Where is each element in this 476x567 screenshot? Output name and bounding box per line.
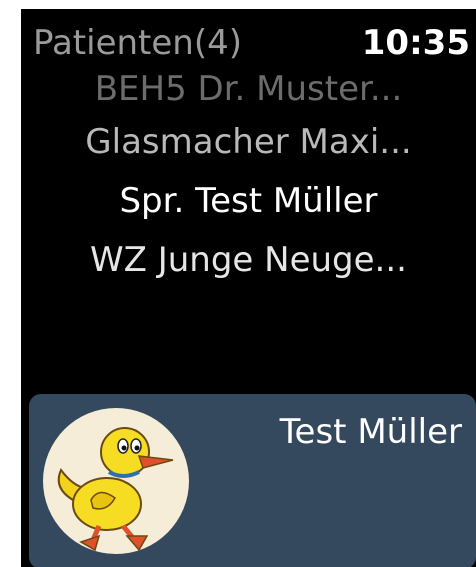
list-item[interactable]: Glasmacher Maxi... bbox=[21, 113, 476, 172]
notification-name: Test Müller bbox=[279, 412, 462, 452]
duck-avatar-icon bbox=[43, 408, 189, 554]
patient-list: BEH5 Dr. Muster... Glasmacher Maxi... Sp… bbox=[21, 73, 476, 290]
list-item[interactable]: Spr. Test Müller bbox=[21, 172, 476, 231]
app-title: Patienten(4) bbox=[33, 23, 243, 63]
list-item[interactable]: WZ Junge Neuge... bbox=[21, 231, 476, 290]
notification-card[interactable]: Test Müller bbox=[29, 394, 476, 567]
watch-screen: Patienten(4) 10:35 BEH5 Dr. Muster... Gl… bbox=[21, 9, 476, 567]
status-bar: Patienten(4) 10:35 bbox=[21, 23, 476, 73]
clock: 10:35 bbox=[361, 23, 470, 63]
list-item[interactable]: BEH5 Dr. Muster... bbox=[21, 73, 476, 113]
